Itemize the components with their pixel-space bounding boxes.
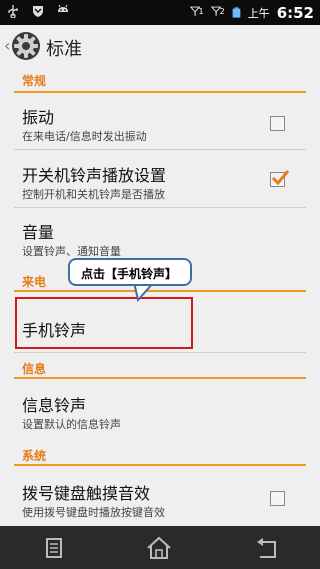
back-caret-icon[interactable]: ‹ — [4, 36, 10, 55]
boot-sound-checkbox[interactable] — [270, 170, 290, 187]
pref-dialpad-sound[interactable]: 拨号键盘触摸音效 使用拨号键盘时播放按键音效 — [14, 467, 306, 525]
clock: 6:52 — [276, 3, 314, 22]
category-label: 来电 — [22, 275, 47, 289]
pref-summary: 设置铃声、通知音量 — [22, 245, 121, 258]
divider — [14, 149, 306, 150]
screen: 1 2 上午 6:52 ‹ 标准 常规 振动 在来电话/信息时发出振动 开关机铃… — [0, 0, 320, 569]
highlight-box — [15, 297, 193, 349]
home-icon[interactable] — [144, 534, 174, 562]
android-icon — [58, 4, 68, 12]
back-icon[interactable] — [253, 534, 283, 562]
pref-summary: 设置默认的信息铃声 — [22, 418, 121, 431]
category-label: 系统 — [22, 449, 47, 463]
signal-2: 2 — [210, 3, 225, 22]
instruction-callout: 点击【手机铃声】 — [68, 258, 192, 286]
dialpad-checkbox[interactable] — [270, 491, 285, 506]
category-message: 信息 — [14, 357, 306, 379]
am-pm: 上午 — [247, 6, 270, 20]
category-general: 常规 — [14, 68, 306, 93]
pref-summary: 使用拨号键盘时播放按键音效 — [22, 506, 165, 519]
pref-vibrate[interactable]: 振动 在来电话/信息时发出振动 — [14, 95, 306, 150]
pref-title: 音量 — [22, 223, 55, 242]
pref-boot-sound[interactable]: 开关机铃声播放设置 控制开机和关机铃声是否播放 — [14, 151, 306, 208]
menu-icon[interactable] — [39, 534, 69, 562]
usb-icon — [8, 5, 18, 18]
pref-summary: 在来电话/信息时发出振动 — [22, 130, 147, 143]
shield-icon — [33, 6, 43, 17]
category-label: 信息 — [22, 362, 47, 376]
navigation-bar — [0, 526, 320, 569]
pref-title: 信息铃声 — [22, 396, 87, 415]
page-title: 标准 — [46, 39, 82, 60]
battery-icon — [232, 7, 241, 18]
status-bar: 1 2 上午 6:52 — [0, 0, 320, 25]
pref-title: 振动 — [22, 108, 55, 127]
divider — [14, 207, 306, 208]
signal-1: 1 — [189, 3, 204, 22]
pref-title: 开关机铃声播放设置 — [22, 166, 167, 185]
action-bar: ‹ 标准 — [0, 25, 320, 68]
pref-summary: 控制开机和关机铃声是否播放 — [22, 188, 165, 201]
vibrate-checkbox[interactable] — [270, 116, 285, 131]
pref-message-tone[interactable]: 信息铃声 设置默认的信息铃声 — [14, 380, 306, 435]
settings-gear-icon[interactable] — [11, 31, 41, 61]
callout-text: 点击【手机铃声】 — [81, 267, 178, 281]
status-left-icons — [6, 4, 70, 18]
status-right-icons: 1 2 上午 6:52 — [189, 3, 314, 22]
pref-title: 拨号键盘触摸音效 — [22, 484, 151, 503]
check-icon — [271, 170, 290, 186]
category-system: 系统 — [14, 444, 306, 466]
pref-volume[interactable]: 音量 设置铃声、通知音量 — [14, 209, 306, 261]
divider — [14, 352, 306, 353]
category-label: 常规 — [22, 74, 47, 88]
